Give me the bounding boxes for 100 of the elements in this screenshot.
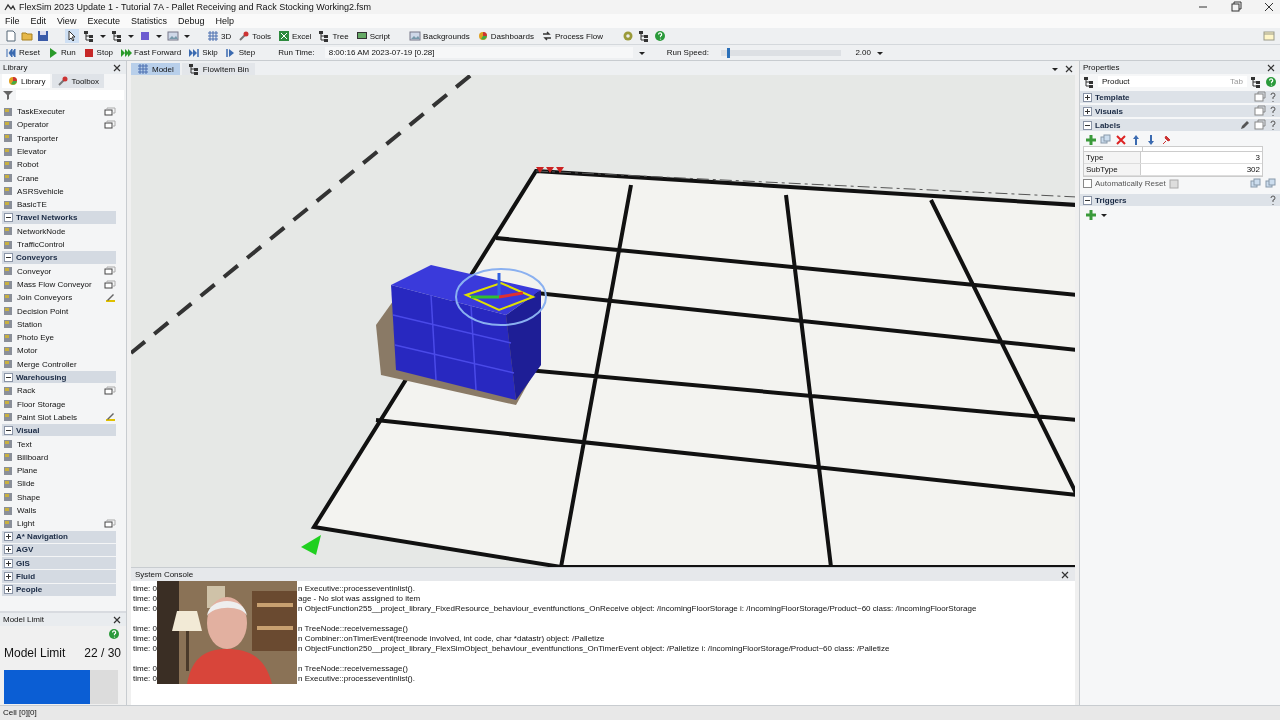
- library-item[interactable]: Robot: [17, 160, 116, 170]
- run-control-button[interactable]: Fast Forward: [134, 48, 185, 57]
- library-item[interactable]: Join Conveyors: [17, 293, 101, 303]
- grid-icon[interactable]: [207, 30, 219, 42]
- spreadsheet-icon[interactable]: [277, 30, 290, 42]
- library-item[interactable]: Walls: [17, 506, 116, 516]
- tree-icon[interactable]: [111, 30, 123, 42]
- help-icon[interactable]: [1269, 105, 1277, 117]
- run-control-button[interactable]: Stop: [96, 48, 117, 57]
- pane-icon[interactable]: [1254, 105, 1266, 117]
- flow-icon[interactable]: [540, 30, 553, 42]
- mode-toggle-icon[interactable]: [104, 385, 116, 396]
- library-item[interactable]: Crane: [17, 173, 116, 183]
- mode-toggle-icon[interactable]: [104, 266, 116, 277]
- monitor-icon[interactable]: [355, 30, 368, 42]
- collapse-icon[interactable]: [1083, 120, 1092, 130]
- library-item[interactable]: Billboard: [17, 452, 116, 462]
- run-control-button[interactable]: Reset: [19, 48, 43, 57]
- menu-item[interactable]: Execute: [87, 16, 120, 26]
- library-item[interactable]: ASRSvehicle: [17, 186, 116, 196]
- stop-icon[interactable]: [82, 46, 95, 59]
- chart-icon[interactable]: [476, 30, 489, 42]
- speed-slider-track[interactable]: [720, 49, 841, 56]
- label-value-cell[interactable]: 302: [1141, 164, 1262, 175]
- mode-toggle-icon[interactable]: [104, 119, 116, 130]
- library-item[interactable]: Slide: [17, 479, 116, 489]
- object-name-field[interactable]: Product Tab: [1098, 76, 1247, 87]
- library-item[interactable]: Merge Controller: [17, 359, 116, 369]
- library-item[interactable]: Plane: [17, 466, 116, 476]
- pencil-icon[interactable]: [104, 292, 116, 303]
- menu-item[interactable]: Help: [215, 16, 234, 26]
- mode-toggle-icon[interactable]: [104, 279, 116, 290]
- section-header[interactable]: Labels: [1080, 119, 1280, 131]
- menu-item[interactable]: File: [5, 16, 20, 26]
- category-header[interactable]: Conveyors: [2, 251, 116, 265]
- tree-icon[interactable]: [637, 30, 650, 42]
- library-item[interactable]: Decision Point: [17, 306, 116, 316]
- section-header[interactable]: Triggers: [1080, 194, 1280, 206]
- library-item[interactable]: Elevator: [17, 147, 116, 157]
- skip-icon[interactable]: [188, 46, 201, 59]
- category-header[interactable]: Travel Networks: [2, 211, 116, 225]
- run-control-button[interactable]: Step: [238, 48, 259, 57]
- expand-icon[interactable]: [4, 545, 13, 555]
- save-icon[interactable]: [37, 30, 49, 42]
- folder-icon[interactable]: [21, 30, 33, 42]
- help-icon[interactable]: [1269, 91, 1277, 103]
- mode-toggle-icon[interactable]: [104, 106, 116, 117]
- collapse-icon[interactable]: [4, 425, 13, 435]
- section-header[interactable]: Visuals: [1080, 105, 1280, 117]
- pane-icon[interactable]: [1254, 91, 1266, 103]
- run-control-button[interactable]: Run: [60, 48, 79, 57]
- up-arrow-icon[interactable]: [1130, 133, 1142, 146]
- wrench-icon[interactable]: [238, 30, 251, 42]
- category-header[interactable]: Visual: [2, 424, 116, 438]
- tree-icon[interactable]: [318, 30, 331, 42]
- menu-item[interactable]: View: [57, 16, 77, 26]
- cube-icon[interactable]: [139, 30, 151, 42]
- toolbar-button[interactable]: Backgrounds: [423, 31, 473, 41]
- document-tab[interactable]: FlowItem Bin: [181, 63, 256, 75]
- collapse-icon[interactable]: [4, 252, 13, 262]
- close-icon[interactable]: [1262, 1, 1276, 13]
- expand-icon[interactable]: [4, 585, 13, 595]
- tree-icon[interactable]: [83, 30, 95, 42]
- help-icon[interactable]: [1269, 194, 1277, 206]
- library-item[interactable]: Floor Storage: [17, 399, 116, 409]
- library-item[interactable]: TrafficControl: [17, 240, 116, 250]
- expand-icon[interactable]: [4, 558, 13, 568]
- run-control-button[interactable]: Skip: [202, 48, 221, 57]
- category-header[interactable]: Warehousing: [2, 370, 116, 385]
- help-icon[interactable]: [1269, 119, 1277, 131]
- library-item[interactable]: Paint Slot Labels: [17, 412, 101, 422]
- pointer-icon[interactable]: [66, 30, 78, 42]
- menu-item[interactable]: Edit: [30, 16, 47, 26]
- expand-icon[interactable]: [1083, 106, 1092, 116]
- menu-item[interactable]: Debug: [177, 16, 205, 26]
- section-header[interactable]: Template: [1080, 91, 1280, 103]
- reset-icon[interactable]: [5, 46, 17, 59]
- library-tab[interactable]: Toolbox: [52, 74, 105, 88]
- toolbar-button[interactable]: Tree: [332, 31, 352, 41]
- category-header[interactable]: Fluid: [2, 570, 116, 584]
- restore-icon[interactable]: [1229, 1, 1243, 13]
- library-item[interactable]: Light: [17, 519, 101, 529]
- library-item[interactable]: Text: [17, 439, 116, 449]
- pencil-icon[interactable]: [1239, 119, 1251, 131]
- expand-icon[interactable]: [1083, 92, 1092, 102]
- pencil-icon[interactable]: [104, 412, 116, 423]
- close-icon[interactable]: [1063, 63, 1075, 75]
- toolbar-button[interactable]: Process Flow: [554, 31, 606, 41]
- slider-thumb[interactable]: [726, 47, 730, 58]
- expand-icon[interactable]: [4, 572, 13, 582]
- checkbox[interactable]: [1083, 179, 1092, 188]
- category-header[interactable]: GIS: [2, 557, 116, 571]
- menu-item[interactable]: Statistics: [130, 16, 167, 26]
- image-icon[interactable]: [409, 30, 422, 42]
- library-item[interactable]: Rack: [17, 386, 101, 396]
- collapse-icon[interactable]: [4, 372, 13, 382]
- toolbar-button[interactable]: Excel: [291, 31, 315, 41]
- library-item[interactable]: Shape: [17, 492, 116, 502]
- toolbar-button[interactable]: Script: [369, 31, 394, 41]
- library-tab[interactable]: Library: [2, 74, 51, 88]
